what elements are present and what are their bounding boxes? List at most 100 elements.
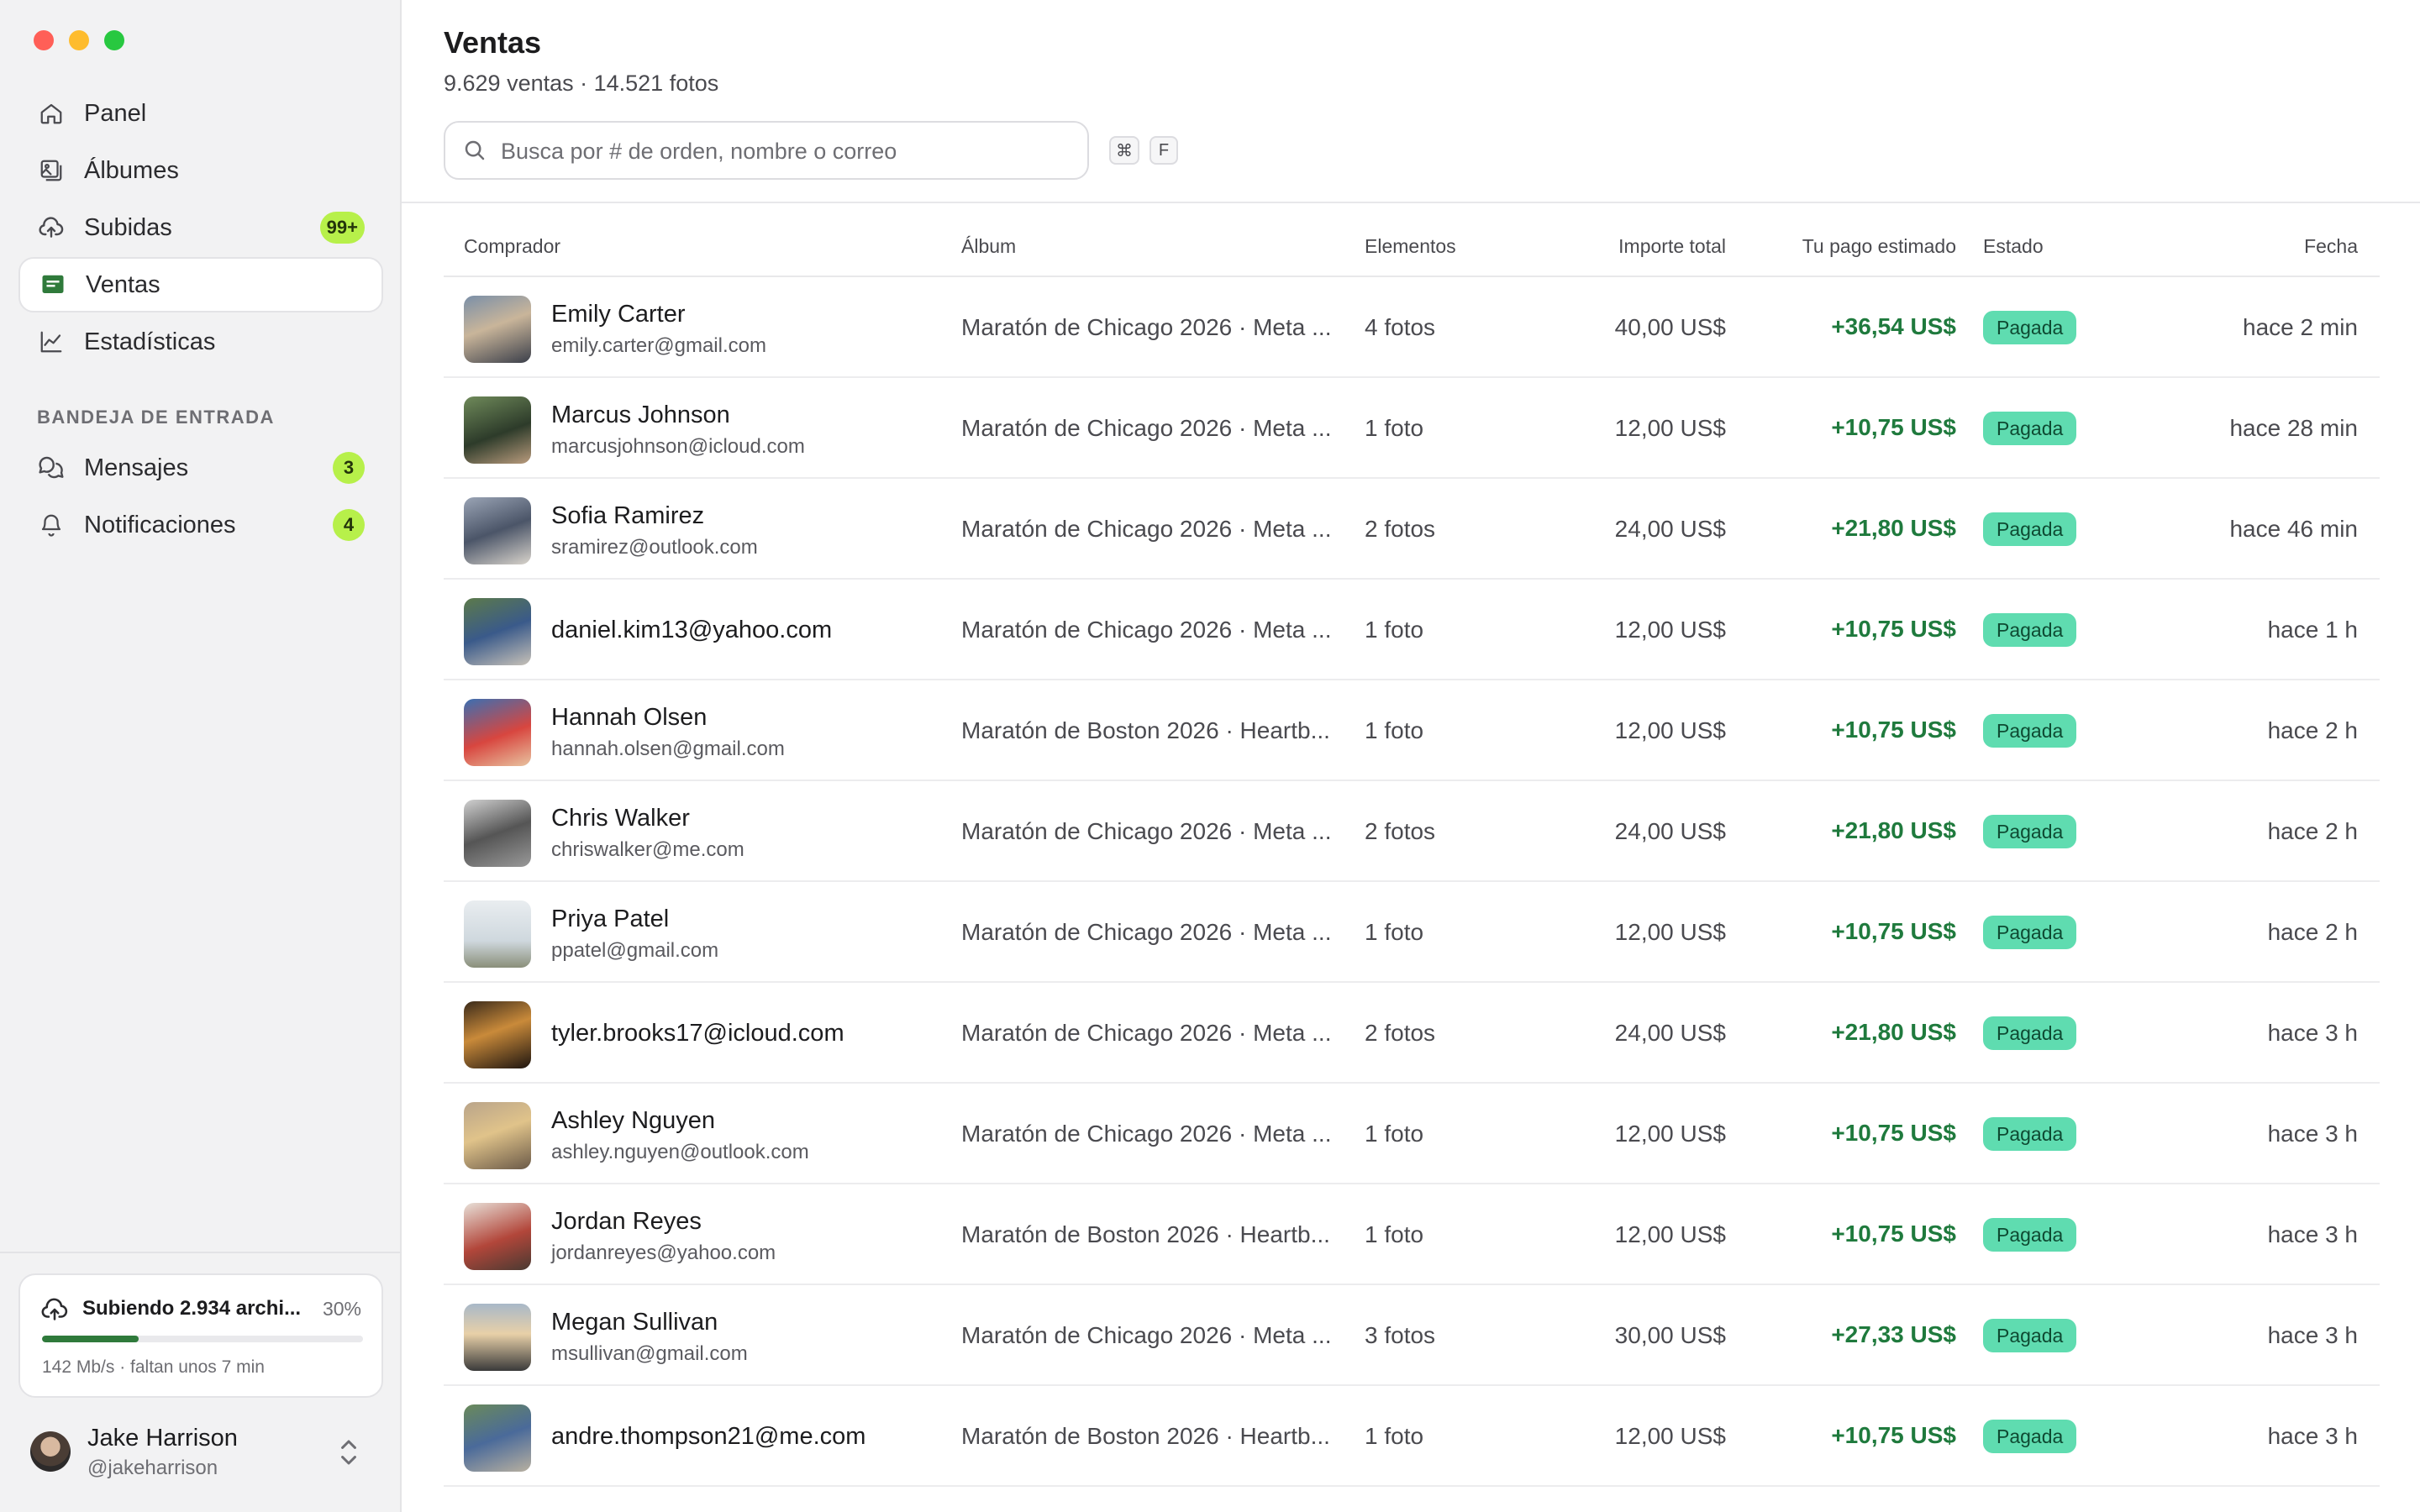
status-badge: Pagada bbox=[1983, 613, 2077, 647]
zoom-window-button[interactable] bbox=[104, 30, 124, 50]
estimated-payout: +10,75 US$ bbox=[1831, 717, 1956, 743]
notifications-count-badge: 4 bbox=[333, 509, 365, 541]
table-row[interactable]: andre.thompson21@me.com Maratón de Boston… bbox=[444, 1386, 2380, 1487]
buyer-name: Megan Sullivan bbox=[551, 1309, 718, 1336]
sale-date: hace 2 h bbox=[2267, 717, 2358, 743]
column-header-status[interactable]: Estado bbox=[1983, 235, 2044, 258]
total-amount: 12,00 US$ bbox=[1614, 415, 1726, 441]
status-badge: Pagada bbox=[1983, 1319, 2077, 1352]
minimize-window-button[interactable] bbox=[69, 30, 89, 50]
close-window-button[interactable] bbox=[34, 30, 54, 50]
buyer-photo-thumbnail bbox=[464, 296, 531, 363]
sidebar-item-notifications[interactable]: Notificaciones 4 bbox=[18, 497, 383, 553]
status-badge: Pagada bbox=[1983, 1016, 2077, 1050]
column-header-date[interactable]: Fecha bbox=[2304, 235, 2358, 258]
sale-date: hace 3 h bbox=[2267, 1322, 2358, 1348]
chevron-up-down-icon[interactable] bbox=[338, 1436, 360, 1473]
upload-progress-fill bbox=[42, 1336, 139, 1342]
sidebar-item-label: Panel bbox=[84, 99, 147, 127]
buyer-photo-thumbnail bbox=[464, 1404, 531, 1472]
buyer-photo-thumbnail bbox=[464, 1304, 531, 1371]
user-menu[interactable]: Jake Harrison @jakeharrison bbox=[30, 1425, 371, 1482]
buyer-name: Sofia Ramirez bbox=[551, 502, 705, 529]
column-header-payout[interactable]: Tu pago estimado bbox=[1802, 235, 1956, 258]
album-name: Maratón de Boston 2026 · Heartb... bbox=[961, 1221, 1330, 1247]
album-name: Maratón de Chicago 2026 · Meta ... bbox=[961, 1322, 1332, 1348]
album-name: Maratón de Chicago 2026 · Meta ... bbox=[961, 1020, 1332, 1046]
table-row[interactable]: Marcus Johnson marcusjohnson@icloud.com Ma… bbox=[444, 378, 2380, 479]
total-amount: 12,00 US$ bbox=[1614, 717, 1726, 743]
uploads-count-badge: 99+ bbox=[319, 212, 365, 244]
sidebar-item-statistics[interactable]: Estadísticas bbox=[18, 314, 383, 370]
album-name: Maratón de Chicago 2026 · Meta ... bbox=[961, 919, 1332, 945]
shortcut-key-cmd: ⌘ bbox=[1109, 136, 1139, 165]
sidebar-item-label: Estadísticas bbox=[84, 328, 216, 355]
table-row[interactable]: Ashley Nguyen ashley.nguyen@outlook.com Ma… bbox=[444, 1084, 2380, 1184]
total-amount: 12,00 US$ bbox=[1614, 1221, 1726, 1247]
main-content: Ventas 9.629 ventas · 14.521 fotos ⌘ F C… bbox=[402, 0, 2420, 1512]
sale-date: hace 2 h bbox=[2267, 818, 2358, 844]
buyer-email: jordanreyes@yahoo.com bbox=[551, 1242, 776, 1264]
table-row[interactable]: tyler.brooks17@icloud.com Maratón de Chic… bbox=[444, 983, 2380, 1084]
total-amount: 24,00 US$ bbox=[1614, 1020, 1726, 1046]
buyer-email: tyler.brooks17@icloud.com bbox=[551, 1020, 844, 1047]
avatar bbox=[30, 1431, 71, 1472]
buyer-email: chriswalker@me.com bbox=[551, 838, 744, 861]
estimated-payout: +10,75 US$ bbox=[1831, 414, 1956, 440]
album-name: Maratón de Boston 2026 · Heartb... bbox=[961, 717, 1330, 743]
sale-date: hace 3 h bbox=[2267, 1121, 2358, 1147]
upload-progress-card[interactable]: Subiendo 2.934 archi... 30% 142 Mb/s · f… bbox=[18, 1273, 383, 1398]
photo-album-icon bbox=[37, 156, 66, 185]
table-body: Emily Carter emily.carter@gmail.com Marató… bbox=[444, 277, 2380, 1487]
column-header-album[interactable]: Álbum bbox=[961, 235, 1016, 258]
table-row[interactable]: Priya Patel ppatel@gmail.com Maratón de Ch… bbox=[444, 882, 2380, 983]
item-count: 1 foto bbox=[1365, 1121, 1424, 1147]
table-row[interactable]: Sofia Ramirez sramirez@outlook.com Maratón… bbox=[444, 479, 2380, 580]
search-box[interactable] bbox=[444, 121, 1089, 180]
table-row[interactable]: Jordan Reyes jordanreyes@yahoo.com Maratón… bbox=[444, 1184, 2380, 1285]
search-input[interactable] bbox=[499, 131, 1074, 171]
sidebar-item-label: Subidas bbox=[84, 213, 172, 241]
album-name: Maratón de Chicago 2026 · Meta ... bbox=[961, 818, 1332, 844]
item-count: 1 foto bbox=[1365, 1423, 1424, 1449]
sidebar-item-albums[interactable]: Álbumes bbox=[18, 143, 383, 198]
table-row[interactable]: Hannah Olsen hannah.olsen@gmail.com Marató… bbox=[444, 680, 2380, 781]
sidebar-item-panel[interactable]: Panel bbox=[18, 86, 383, 141]
buyer-name: Emily Carter bbox=[551, 301, 686, 328]
buyer-name: Jordan Reyes bbox=[551, 1208, 702, 1235]
sale-date: hace 3 h bbox=[2267, 1020, 2358, 1046]
table-row[interactable]: daniel.kim13@yahoo.com Maratón de Chicago… bbox=[444, 580, 2380, 680]
sidebar-item-sales[interactable]: Ventas bbox=[18, 257, 383, 312]
buyer-email: emily.carter@gmail.com bbox=[551, 334, 766, 357]
sale-date: hace 2 min bbox=[2243, 314, 2358, 340]
status-badge: Pagada bbox=[1983, 1420, 2077, 1453]
chat-icon bbox=[37, 454, 66, 482]
album-name: Maratón de Chicago 2026 · Meta ... bbox=[961, 516, 1332, 542]
sidebar-item-uploads[interactable]: Subidas 99+ bbox=[18, 200, 383, 255]
buyer-name: Priya Patel bbox=[551, 906, 670, 932]
sidebar-item-messages[interactable]: Mensajes 3 bbox=[18, 440, 383, 496]
table-row[interactable]: Megan Sullivan msullivan@gmail.com Maratón… bbox=[444, 1285, 2380, 1386]
status-badge: Pagada bbox=[1983, 916, 2077, 949]
item-count: 2 fotos bbox=[1365, 516, 1436, 542]
item-count: 3 fotos bbox=[1365, 1322, 1436, 1348]
messages-count-badge: 3 bbox=[333, 452, 365, 484]
buyer-photo-thumbnail bbox=[464, 1203, 531, 1270]
table-row[interactable]: Emily Carter emily.carter@gmail.com Marató… bbox=[444, 277, 2380, 378]
item-count: 2 fotos bbox=[1365, 1020, 1436, 1046]
sale-date: hace 3 h bbox=[2267, 1423, 2358, 1449]
table-row[interactable]: Chris Walker chriswalker@me.com Maratón de… bbox=[444, 781, 2380, 882]
buyer-name: Marcus Johnson bbox=[551, 402, 730, 428]
buyer-email: daniel.kim13@yahoo.com bbox=[551, 617, 833, 643]
total-amount: 12,00 US$ bbox=[1614, 919, 1726, 945]
header-divider bbox=[402, 202, 2420, 203]
total-amount: 12,00 US$ bbox=[1614, 1121, 1726, 1147]
column-header-items[interactable]: Elementos bbox=[1365, 235, 1456, 258]
buyer-name: Ashley Nguyen bbox=[551, 1107, 716, 1134]
buyer-photo-thumbnail bbox=[464, 1102, 531, 1169]
column-header-amount[interactable]: Importe total bbox=[1618, 235, 1726, 258]
estimated-payout: +21,80 US$ bbox=[1831, 1019, 1956, 1045]
total-amount: 30,00 US$ bbox=[1614, 1322, 1726, 1348]
column-header-buyer[interactable]: Comprador bbox=[464, 235, 560, 258]
album-name: Maratón de Chicago 2026 · Meta ... bbox=[961, 1121, 1332, 1147]
